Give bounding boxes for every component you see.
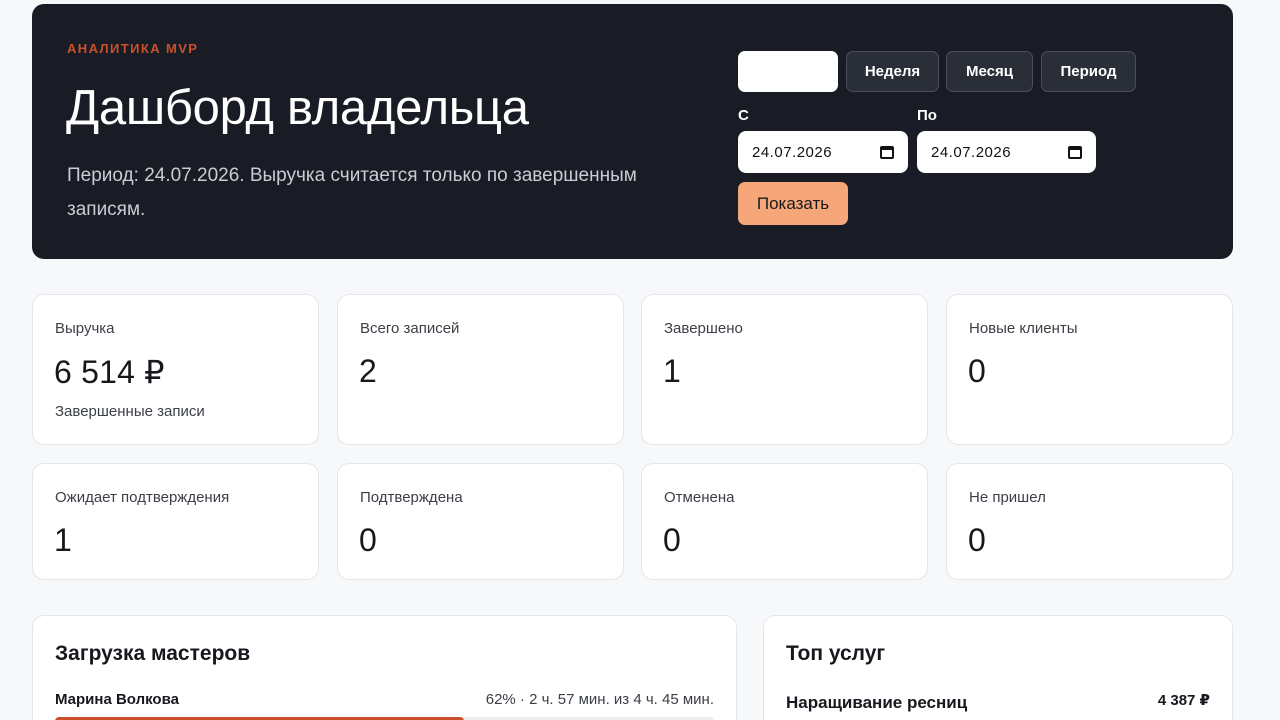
stat-label: Ожидает подтверждения <box>55 489 230 506</box>
page-title: Дашборд владельца <box>66 81 529 135</box>
period-description: Период: 24.07.2026. Выручка считается то… <box>67 165 637 220</box>
calendar-icon[interactable] <box>880 145 894 159</box>
stat-value: 0 <box>359 522 377 558</box>
stat-value: 0 <box>968 353 986 389</box>
to-date-value: 24.07.2026 <box>931 143 1012 161</box>
stat-card-total: Всего записей 2 <box>337 294 624 445</box>
range-day-button[interactable] <box>738 51 838 92</box>
show-button[interactable]: Показать <box>738 182 848 225</box>
stat-subtitle: Завершенные записи <box>55 403 205 420</box>
from-date-value: 24.07.2026 <box>752 143 833 161</box>
stat-label: Завершено <box>664 320 743 337</box>
panel-title: Загрузка мастеров <box>55 642 251 665</box>
to-date-input[interactable]: 24.07.2026 <box>917 131 1096 173</box>
stat-label: Не пришел <box>969 489 1046 506</box>
to-date-label: По <box>917 107 937 124</box>
stat-value: 6 514 ₽ <box>54 354 165 390</box>
stat-label: Новые клиенты <box>969 320 1078 337</box>
stat-value: 0 <box>968 522 986 558</box>
from-date-label: С <box>738 107 749 124</box>
stat-card-confirmed: Подтверждена 0 <box>337 463 624 580</box>
service-name: Наращивание ресниц <box>786 693 968 712</box>
stat-card-pending: Ожидает подтверждения 1 <box>32 463 319 580</box>
stat-card-revenue: Выручка 6 514 ₽ Завершенные записи <box>32 294 319 445</box>
panel-title: Топ услуг <box>786 642 886 665</box>
dashboard-header: АНАЛИТИКА MVP Дашборд владельца Период: … <box>32 4 1233 259</box>
from-date-input[interactable]: 24.07.2026 <box>738 131 908 173</box>
stat-card-no-show: Не пришел 0 <box>946 463 1233 580</box>
top-services-panel: Топ услуг Наращивание ресниц 4 387 ₽ <box>763 615 1233 720</box>
stat-card-cancelled: Отменена 0 <box>641 463 928 580</box>
stat-value: 2 <box>359 353 377 389</box>
range-period-button[interactable]: Период <box>1041 51 1136 92</box>
section-eyebrow: АНАЛИТИКА MVP <box>67 41 199 56</box>
stat-label: Подтверждена <box>360 489 463 506</box>
service-revenue: 4 387 ₽ <box>1157 692 1210 709</box>
stat-value: 1 <box>663 353 681 389</box>
stat-label: Всего записей <box>360 320 460 337</box>
stat-label: Выручка <box>55 320 115 337</box>
master-name: Марина Волкова <box>55 691 179 708</box>
calendar-icon[interactable] <box>1068 145 1082 159</box>
stat-value: 1 <box>54 522 72 558</box>
stat-value: 0 <box>663 522 681 558</box>
stat-card-new-clients: Новые клиенты 0 <box>946 294 1233 445</box>
stat-card-completed: Завершено 1 <box>641 294 928 445</box>
stat-label: Отменена <box>664 489 735 506</box>
range-week-button[interactable]: Неделя <box>846 51 939 92</box>
master-workload-meta: 62% · 2 ч. 57 мин. из 4 ч. 45 мин. <box>485 691 714 708</box>
range-month-button[interactable]: Месяц <box>946 51 1033 92</box>
master-workload-panel: Загрузка мастеров Марина Волкова 62% · 2… <box>32 615 737 720</box>
